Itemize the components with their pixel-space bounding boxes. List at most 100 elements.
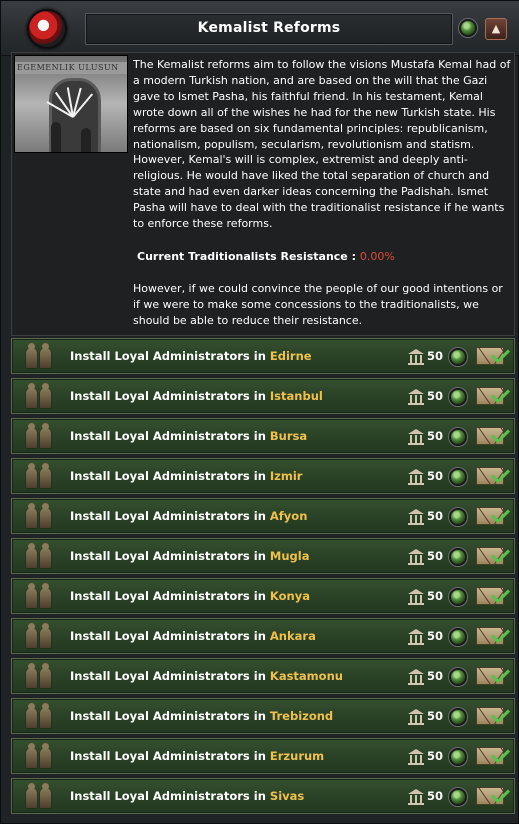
- city-name: Kastamonu: [269, 669, 343, 683]
- decision-cost: 50: [427, 509, 444, 523]
- administrators-icon: [26, 623, 54, 648]
- collapse-button[interactable]: ▲: [485, 18, 507, 40]
- city-name: Izmir: [269, 469, 303, 483]
- status-indicator-icon: [459, 19, 477, 37]
- available-indicator-icon: [449, 628, 467, 646]
- decision-row[interactable]: Install Loyal Administrators in Trebizon…: [11, 698, 515, 734]
- title-bar: Kemalist Reforms: [85, 13, 453, 45]
- political-power-icon: [408, 709, 424, 725]
- city-name: Mugla: [269, 549, 310, 563]
- city-name: Ankara: [269, 629, 316, 643]
- decision-row[interactable]: Install Loyal Administrators in Edirne 5…: [11, 338, 515, 374]
- decision-cost: 50: [427, 629, 444, 643]
- confirm-decision-button[interactable]: [476, 704, 511, 727]
- city-name: Trebizond: [269, 709, 334, 723]
- available-indicator-icon: [449, 668, 467, 686]
- decision-cost: 50: [427, 349, 444, 363]
- decision-cost: 50: [427, 549, 444, 563]
- political-power-icon: [408, 509, 424, 525]
- administrators-icon: [26, 463, 54, 488]
- confirm-decision-button[interactable]: [476, 504, 511, 527]
- administrators-icon: [26, 583, 54, 608]
- decision-row[interactable]: Install Loyal Administrators in Bursa 50: [11, 418, 515, 454]
- city-name: Edirne: [269, 349, 312, 363]
- available-indicator-icon: [449, 788, 467, 806]
- city-name: Istanbul: [269, 389, 323, 403]
- confirm-decision-button[interactable]: [476, 464, 511, 487]
- decision-cost: 50: [427, 589, 444, 603]
- decision-row[interactable]: Install Loyal Administrators in Mugla 50: [11, 538, 515, 574]
- political-power-icon: [408, 589, 424, 605]
- confirm-decision-button[interactable]: [476, 544, 511, 567]
- closing-text: However, if we could convince the people…: [133, 282, 503, 327]
- administrators-icon: [26, 783, 54, 808]
- administrators-icon: [26, 423, 54, 448]
- available-indicator-icon: [449, 508, 467, 526]
- administrators-icon: [26, 663, 54, 688]
- city-name: Sivas: [269, 789, 305, 803]
- decision-cost: 50: [427, 749, 444, 763]
- decision-cost: 50: [427, 429, 444, 443]
- political-power-icon: [408, 629, 424, 645]
- confirm-decision-button[interactable]: [476, 384, 511, 407]
- confirm-decision-button[interactable]: [476, 584, 511, 607]
- confirm-decision-button[interactable]: [476, 424, 511, 447]
- confirm-decision-button[interactable]: [476, 664, 511, 687]
- decision-row[interactable]: Install Loyal Administrators in Ankara 5…: [11, 618, 515, 654]
- decision-row[interactable]: Install Loyal Administrators in Kastamon…: [11, 658, 515, 694]
- decision-cost: 50: [427, 389, 444, 403]
- decision-row[interactable]: Install Loyal Administrators in Erzurum …: [11, 738, 515, 774]
- decision-category-window: Kemalist Reforms ▲ EGEMENLIK ULUSUN The …: [0, 0, 519, 824]
- available-indicator-icon: [449, 348, 467, 366]
- decision-row[interactable]: Install Loyal Administrators in Afyon 50: [11, 498, 515, 534]
- available-indicator-icon: [449, 548, 467, 566]
- confirm-decision-button[interactable]: [476, 744, 511, 767]
- city-name: Erzurum: [269, 749, 325, 763]
- decision-row[interactable]: Install Loyal Administrators in Izmir 50: [11, 458, 515, 494]
- decision-cost: 50: [427, 669, 444, 683]
- city-name: Afyon: [269, 509, 308, 523]
- confirm-decision-button[interactable]: [476, 784, 511, 807]
- window-header: Kemalist Reforms ▲: [1, 1, 519, 56]
- resistance-value: 0.00%: [359, 250, 395, 263]
- available-indicator-icon: [449, 588, 467, 606]
- description-text: The Kemalist reforms aim to follow the v…: [133, 58, 511, 231]
- available-indicator-icon: [449, 428, 467, 446]
- political-power-icon: [408, 549, 424, 565]
- decision-row[interactable]: Install Loyal Administrators in Istanbul…: [11, 378, 515, 414]
- confirm-decision-button[interactable]: [476, 624, 511, 647]
- decision-cost: 50: [427, 709, 444, 723]
- available-indicator-icon: [449, 388, 467, 406]
- administrators-icon: [26, 743, 54, 768]
- political-power-icon: [408, 349, 424, 365]
- political-power-icon: [408, 389, 424, 405]
- city-name: Bursa: [269, 429, 308, 443]
- political-power-icon: [408, 749, 424, 765]
- description-panel: EGEMENLIK ULUSUN The Kemalist reforms ai…: [11, 52, 515, 336]
- available-indicator-icon: [449, 708, 467, 726]
- nation-emblem-icon: [27, 9, 67, 49]
- resistance-label: Current Traditionalists Resistance :: [137, 250, 360, 263]
- political-power-icon: [408, 669, 424, 685]
- resistance-readout: Current Traditionalists Resistance : 0.0…: [137, 250, 395, 263]
- available-indicator-icon: [449, 468, 467, 486]
- chevron-up-icon: ▲: [491, 22, 501, 35]
- city-name: Konya: [269, 589, 310, 603]
- administrators-icon: [26, 383, 54, 408]
- decision-cost: 50: [427, 789, 444, 803]
- administrators-icon: [26, 703, 54, 728]
- administrators-icon: [26, 343, 54, 368]
- political-power-icon: [408, 789, 424, 805]
- political-power-icon: [408, 469, 424, 485]
- decision-row[interactable]: Install Loyal Administrators in Konya 50: [11, 578, 515, 614]
- administrators-icon: [26, 503, 54, 528]
- political-power-icon: [408, 429, 424, 445]
- available-indicator-icon: [449, 748, 467, 766]
- category-picture: EGEMENLIK ULUSUN: [14, 55, 128, 153]
- decision-cost: 50: [427, 469, 444, 483]
- decision-list: Install Loyal Administrators in Edirne 5…: [11, 338, 515, 818]
- confirm-decision-button[interactable]: [476, 344, 511, 367]
- picture-inscription: EGEMENLIK ULUSUN: [15, 62, 127, 74]
- administrators-icon: [26, 543, 54, 568]
- decision-row[interactable]: Install Loyal Administrators in Sivas 50: [11, 778, 515, 814]
